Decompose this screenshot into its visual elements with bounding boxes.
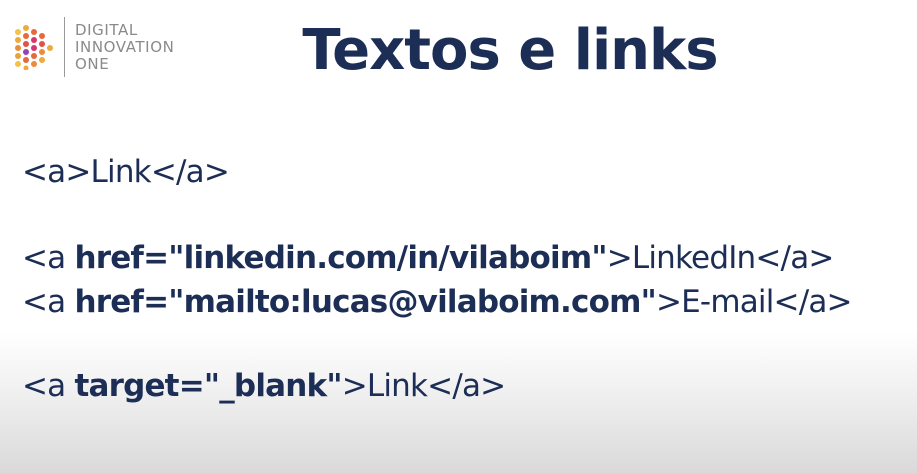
logo-line-3: ONE xyxy=(75,54,110,73)
brand-logo: DIGITAL INNOVATION ONE xyxy=(14,16,174,78)
dots-logo-icon xyxy=(15,25,53,70)
code-line-4-attr: target="_blank" xyxy=(74,368,342,404)
code-line-3-attr: href="mailto:lucas@vilaboim.com" xyxy=(74,284,656,320)
code-line-4-suffix: >Link</a> xyxy=(341,368,506,404)
code-line-1-text: <a>Link</a> xyxy=(22,154,230,190)
code-line-2-prefix: <a xyxy=(22,240,75,276)
code-line-2-attr: href="linkedin.com/in/vilaboim" xyxy=(74,240,607,276)
code-line-2-suffix: >LinkedIn</a> xyxy=(606,240,835,276)
code-line-3-suffix: >E-mail</a> xyxy=(655,284,853,320)
code-line-2: <a href="linkedin.com/in/vilaboim">Linke… xyxy=(22,240,834,276)
logo-line-2: INNOVATION xyxy=(75,37,175,56)
logo-wordmark: DIGITAL INNOVATION ONE xyxy=(75,20,175,73)
code-line-4: <a target="_blank">Link</a> xyxy=(22,368,506,404)
code-line-1: <a>Link</a> xyxy=(22,154,230,190)
logo-divider xyxy=(64,17,65,77)
slide-title: Textos e links xyxy=(302,18,718,83)
logo-line-1: DIGITAL xyxy=(75,20,138,39)
code-line-3: <a href="mailto:lucas@vilaboim.com">E-ma… xyxy=(22,284,853,320)
code-line-4-prefix: <a xyxy=(22,368,75,404)
code-line-3-prefix: <a xyxy=(22,284,75,320)
